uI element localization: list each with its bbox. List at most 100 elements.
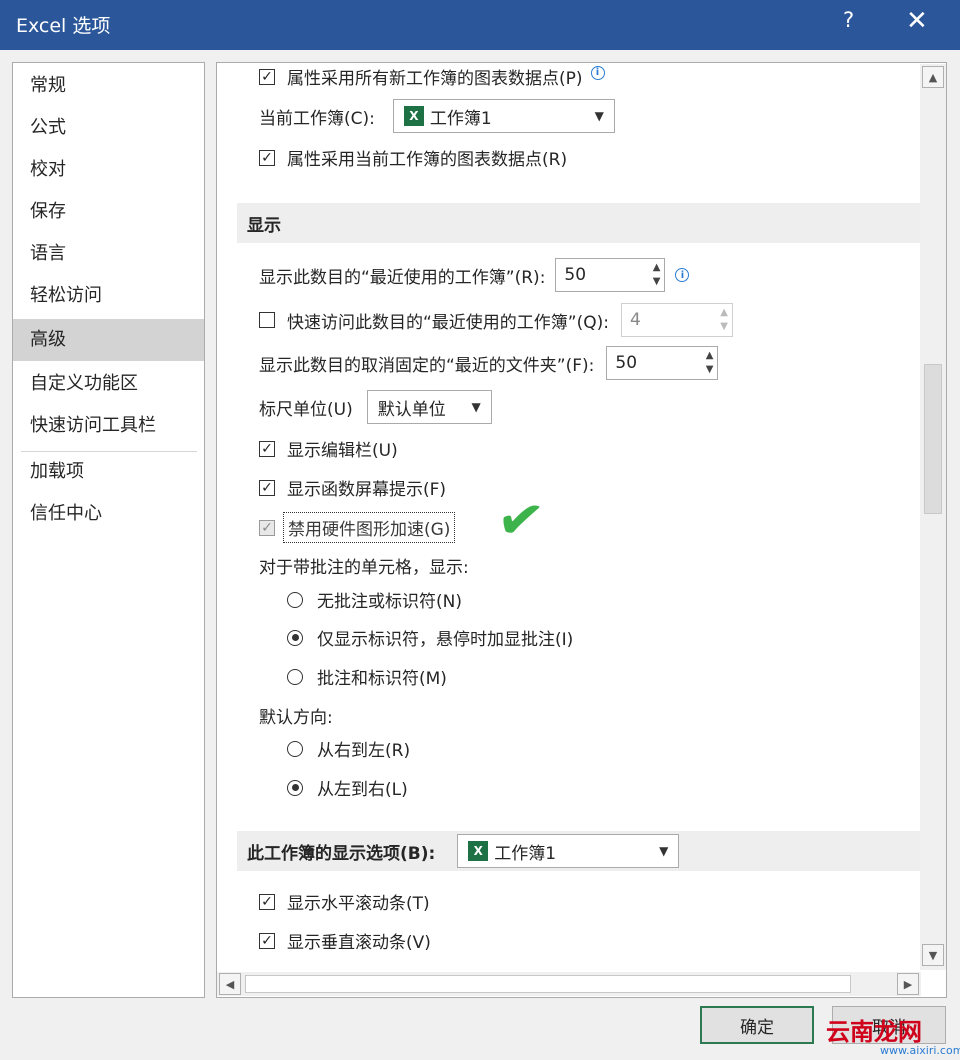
option-prop-all-new[interactable]: ✓ 属性采用所有新工作簿的图表数据点(P) i [259, 64, 605, 89]
spin-up-icon[interactable]: ▲ [653, 261, 661, 275]
checkbox-unchecked-icon[interactable] [259, 312, 275, 328]
close-icon[interactable]: ✕ [906, 6, 928, 36]
option-label: 显示水平滚动条(T) [287, 894, 430, 914]
radio-off-icon[interactable] [287, 668, 303, 685]
spin-buttons[interactable]: ▲ ▼ [706, 349, 714, 377]
scroll-right-icon[interactable]: ▶ [897, 973, 919, 995]
sidebar-item-general[interactable]: 常规 [13, 67, 204, 105]
recent-folders-label: 显示此数目的取消固定的“最近的文件夹”(F): [259, 355, 595, 376]
option-show-hscroll[interactable]: ✓ 显示水平滚动条(T) [259, 889, 430, 914]
scroll-down-icon[interactable]: ▼ [922, 944, 944, 966]
checkbox-disabled-icon: ✓ [259, 519, 275, 536]
recent-folders-spinner[interactable]: 50 ▲ ▼ [606, 346, 719, 380]
watermark-url: www.aixiri.com [880, 1044, 960, 1057]
checkbox-checked-icon[interactable]: ✓ [259, 149, 275, 166]
option-label: 显示垂直滚动条(V) [287, 933, 431, 953]
title-bar: Excel 选项 ? ✕ [0, 0, 960, 50]
watermark-logo: 云南龙网 [826, 1018, 922, 1046]
option-label: 批注和标识符(M) [317, 669, 447, 689]
chevron-down-icon: ▼ [659, 844, 669, 858]
recent-workbooks-spinner[interactable]: 50 ▲ ▼ [555, 258, 666, 292]
sidebar-item-accessibility[interactable]: 轻松访问 [13, 277, 204, 315]
current-workbook-label: 当前工作簿(C): [259, 108, 375, 129]
option-label: 显示函数屏幕提示(F) [287, 480, 447, 500]
ok-button[interactable]: 确定 [700, 1006, 814, 1044]
workbook-display-dropdown[interactable]: X 工作簿1 ▼ [457, 834, 680, 868]
quick-access-label: 快速访问此数目的“最近使用的工作簿”(Q): [287, 312, 609, 333]
current-workbook-dropdown[interactable]: X 工作簿1 ▼ [392, 99, 615, 133]
option-label: 属性采用所有新工作簿的图表数据点(P) [287, 69, 583, 89]
option-label: 属性采用当前工作簿的图表数据点(R) [287, 150, 568, 170]
option-prop-current[interactable]: ✓ 属性采用当前工作簿的图表数据点(R) [259, 145, 567, 170]
sidebar-divider [21, 451, 197, 452]
radio-on-icon[interactable] [287, 629, 303, 646]
sidebar-item-formulas[interactable]: 公式 [13, 109, 204, 147]
option-recent-workbooks: 显示此数目的“最近使用的工作簿”(R): 50 ▲ ▼ i [259, 258, 690, 292]
annotation-check-icon: ✔ [492, 485, 549, 556]
info-icon[interactable]: i [675, 268, 690, 282]
excel-icon: X [403, 106, 424, 126]
sidebar-item-language[interactable]: 语言 [13, 235, 204, 273]
horizontal-scroll-thumb[interactable] [245, 975, 851, 993]
spin-down-icon: ▼ [720, 321, 728, 332]
radio-off-icon[interactable] [287, 591, 303, 608]
sidebar-item-quick-access-toolbar[interactable]: 快速访问工具栏 [13, 407, 204, 445]
excel-icon: X [468, 841, 489, 861]
radio-no-comments[interactable]: 无批注或标识符(N) [287, 587, 462, 612]
scroll-up-icon[interactable]: ▲ [922, 66, 944, 88]
checkbox-checked-icon[interactable]: ✓ [259, 893, 275, 910]
radio-off-icon[interactable] [287, 740, 303, 757]
checkbox-checked-icon[interactable]: ✓ [259, 932, 275, 949]
option-label: 从右到左(R) [317, 741, 411, 761]
sidebar: 常规 公式 校对 保存 语言 轻松访问 高级 自定义功能区 快速访问工具栏 加载… [12, 62, 205, 998]
recent-workbooks-label: 显示此数目的“最近使用的工作簿”(R): [259, 267, 546, 288]
spin-up-icon: ▲ [720, 307, 728, 318]
option-quick-access: 快速访问此数目的“最近使用的工作簿”(Q): 4 ▲ ▼ [259, 303, 733, 337]
comments-display-label: 对于带批注的单元格，显示: [259, 558, 469, 578]
spinner-value: 4 [630, 310, 641, 330]
chevron-down-icon: ▼ [471, 400, 481, 414]
scroll-left-icon[interactable]: ◀ [219, 973, 241, 995]
spin-down-icon[interactable]: ▼ [706, 363, 714, 377]
sidebar-item-proofing[interactable]: 校对 [13, 151, 204, 189]
help-icon[interactable]: ? [843, 8, 854, 32]
option-label: 无批注或标识符(N) [317, 592, 462, 612]
spin-buttons[interactable]: ▲ ▼ [653, 261, 661, 289]
option-function-tips[interactable]: ✓ 显示函数屏幕提示(F) [259, 475, 446, 500]
ruler-units-dropdown[interactable]: 默认单位 ▼ [366, 390, 492, 424]
radio-indicators-only[interactable]: 仅显示标识符，悬停时加显批注(I) [287, 625, 573, 650]
radio-on-icon[interactable] [287, 779, 303, 796]
spin-down-icon[interactable]: ▼ [653, 275, 661, 289]
sidebar-item-addins[interactable]: 加载项 [13, 453, 204, 491]
info-icon[interactable]: i [590, 65, 605, 80]
radio-left-to-right[interactable]: 从左到右(L) [287, 775, 408, 800]
option-formula-bar[interactable]: ✓ 显示编辑栏(U) [259, 436, 398, 461]
vertical-scroll-thumb[interactable] [924, 364, 942, 514]
option-label: 显示编辑栏(U) [287, 441, 398, 461]
option-show-vscroll[interactable]: ✓ 显示垂直滚动条(V) [259, 928, 431, 953]
sidebar-item-trust-center[interactable]: 信任中心 [13, 495, 204, 533]
sidebar-item-save[interactable]: 保存 [13, 193, 204, 231]
section-header-label: 此工作簿的显示选项(B): [247, 843, 436, 864]
option-label: 仅显示标识符，悬停时加显批注(I) [317, 630, 574, 650]
radio-right-to-left[interactable]: 从右到左(R) [287, 736, 410, 761]
checkbox-checked-icon[interactable]: ✓ [259, 479, 275, 496]
dropdown-value: 默认单位 [377, 399, 446, 420]
ruler-units-label: 标尺单位(U) [259, 399, 353, 420]
horizontal-scrollbar[interactable]: ◀ ▶ [217, 972, 921, 996]
radio-comments-and-indicators[interactable]: 批注和标识符(M) [287, 664, 447, 689]
section-header-display: 显示 [237, 203, 921, 243]
spinner-value: 50 [615, 353, 638, 373]
option-recent-folders: 显示此数目的取消固定的“最近的文件夹”(F): 50 ▲ ▼ [259, 346, 719, 380]
option-label: 从左到右(L) [317, 780, 408, 800]
vertical-scrollbar[interactable]: ▲ ▼ [920, 64, 946, 970]
sidebar-item-advanced[interactable]: 高级 [13, 319, 204, 361]
option-disable-hw-acceleration: ✓ 禁用硬件图形加速(G) [259, 512, 456, 543]
checkbox-checked-icon[interactable]: ✓ [259, 68, 275, 85]
direction-label: 默认方向: [259, 708, 333, 728]
option-ruler-units: 标尺单位(U) 默认单位 ▼ [259, 390, 492, 424]
spin-up-icon[interactable]: ▲ [706, 349, 714, 363]
chevron-down-icon: ▼ [594, 109, 604, 123]
checkbox-checked-icon[interactable]: ✓ [259, 440, 275, 457]
sidebar-item-customize-ribbon[interactable]: 自定义功能区 [13, 365, 204, 403]
